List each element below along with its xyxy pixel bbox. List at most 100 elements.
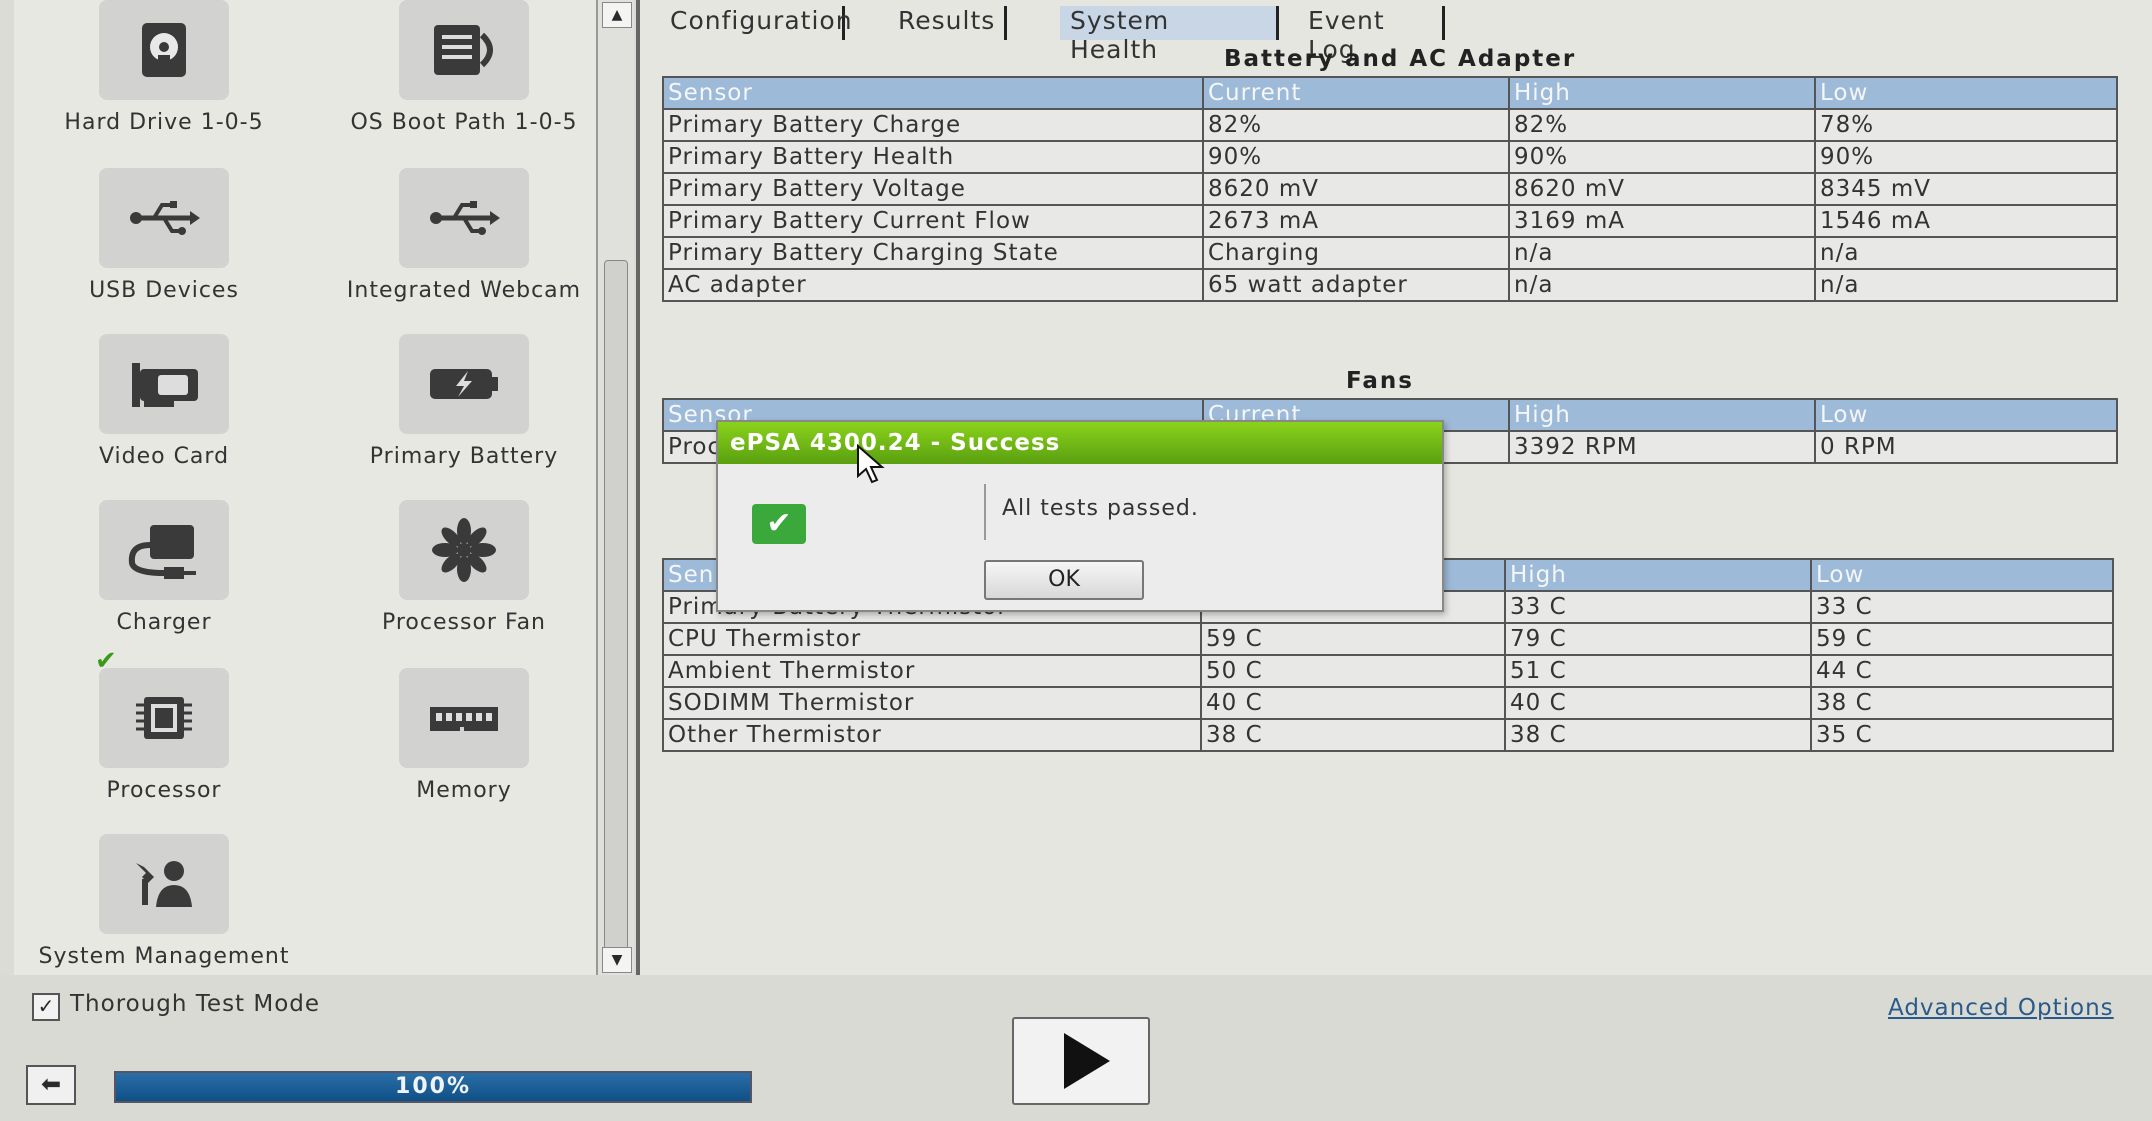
column-header[interactable]: Low [1814, 398, 2118, 432]
battery-icon [399, 334, 529, 434]
os-boot-path-icon [399, 0, 529, 100]
low-cell: 38 C [1810, 686, 2114, 720]
device-integrated-webcam[interactable]: Integrated Webcam [314, 168, 614, 303]
table-row: Primary Battery Charge 82% 82% 78% [662, 108, 2118, 142]
tab-system-health[interactable]: System Health [1060, 6, 1279, 64]
progress-bar: 100% [114, 1071, 752, 1103]
low-cell: 8345 mV [1814, 172, 2118, 206]
current-cell: 82% [1202, 108, 1510, 142]
sensor-cell: Ambient Thermistor [662, 654, 1202, 688]
fans-section-title: Fans [1346, 368, 1414, 394]
ok-button[interactable]: OK [984, 560, 1144, 600]
low-cell: 78% [1814, 108, 2118, 142]
system-management-icon [99, 834, 229, 934]
low-cell: n/a [1814, 236, 2118, 270]
back-arrow-icon[interactable]: ⬅ [26, 1065, 76, 1105]
advanced-options-link[interactable]: Advanced Options [1888, 995, 2114, 1021]
memory-icon [399, 668, 529, 768]
device-list-scrollbar[interactable]: ▲ ▼ [596, 0, 634, 975]
battery-section-title: Battery and AC Adapter [1224, 46, 1577, 72]
tab-bar: Configuration Results System Health Even… [640, 0, 2152, 64]
device-list-panel: Hard Drive 1-0-5 OS Boot Path 1-0-5 USB … [14, 0, 634, 975]
thorough-test-mode-label: Thorough Test Mode [70, 991, 321, 1017]
device-label: Hard Drive 1-0-5 [64, 110, 264, 135]
dialog-message: All tests passed. [1002, 496, 1199, 521]
sensor-cell: CPU Thermistor [662, 622, 1202, 656]
sensor-cell: Primary Battery Health [662, 140, 1204, 174]
sensor-cell: SODIMM Thermistor [662, 686, 1202, 720]
device-label: Processor [106, 778, 222, 803]
device-label: Integrated Webcam [346, 278, 582, 303]
current-cell: Charging [1202, 236, 1510, 270]
column-header[interactable]: High [1504, 558, 1812, 592]
high-cell: 3392 RPM [1508, 430, 1816, 464]
tab-event-log[interactable]: Event Log [1298, 6, 1445, 64]
video-card-icon [99, 334, 229, 434]
column-header[interactable]: Sensor [662, 76, 1204, 110]
high-cell: 8620 mV [1508, 172, 1816, 206]
device-label: Primary Battery [369, 444, 559, 469]
device-video-card[interactable]: Video Card [14, 334, 314, 469]
current-cell: 50 C [1200, 654, 1506, 688]
low-cell: 44 C [1810, 654, 2114, 688]
device-usb[interactable]: USB Devices [14, 168, 314, 303]
column-header[interactable]: Low [1810, 558, 2114, 592]
dialog-title[interactable]: ePSA 4300.24 - Success [718, 422, 1442, 464]
table-row: SODIMM Thermistor 40 C 40 C 38 C [662, 686, 2114, 720]
run-tests-button[interactable] [1012, 1017, 1150, 1105]
scroll-thumb[interactable] [604, 260, 628, 952]
scroll-up-arrow-icon[interactable]: ▲ [602, 2, 632, 28]
device-label: OS Boot Path 1-0-5 [350, 110, 578, 135]
high-cell: 82% [1508, 108, 1816, 142]
table-row: Other Thermistor 38 C 38 C 35 C [662, 718, 2114, 752]
processor-icon: ✔ [95, 646, 229, 768]
table-row: Primary Battery Voltage 8620 mV 8620 mV 834… [662, 172, 2118, 206]
table-row: CPU Thermistor 59 C 79 C 59 C [662, 622, 2114, 656]
thorough-test-mode-checkbox[interactable]: ✓ [32, 993, 60, 1021]
progress-text: 100% [395, 1074, 471, 1099]
device-processor[interactable]: ✔ Processor [14, 646, 314, 803]
device-charger[interactable]: Charger [14, 500, 314, 635]
device-primary-battery[interactable]: Primary Battery [314, 334, 614, 469]
usb-icon [99, 168, 229, 268]
column-header[interactable]: Current [1202, 76, 1510, 110]
current-cell: 40 C [1200, 686, 1506, 720]
device-label: Charger [116, 610, 212, 635]
low-cell: 1546 mA [1814, 204, 2118, 238]
fan-icon [399, 500, 529, 600]
sensor-cell: Primary Battery Charge [662, 108, 1204, 142]
high-cell: n/a [1508, 236, 1816, 270]
current-cell: 8620 mV [1202, 172, 1510, 206]
high-cell: 90% [1508, 140, 1816, 174]
current-cell: 2673 mA [1202, 204, 1510, 238]
device-memory[interactable]: Memory [314, 668, 614, 803]
high-cell: 3169 mA [1508, 204, 1816, 238]
device-processor-fan[interactable]: Processor Fan [314, 500, 614, 635]
low-cell: 35 C [1810, 718, 2114, 752]
hard-drive-icon [99, 0, 229, 100]
mouse-pointer-icon [857, 444, 885, 484]
column-header[interactable]: Low [1814, 76, 2118, 110]
webcam-usb-icon [399, 168, 529, 268]
column-header[interactable]: High [1508, 398, 1816, 432]
sensor-cell: Primary Battery Charging State [662, 236, 1204, 270]
device-os-boot-path[interactable]: OS Boot Path 1-0-5 [314, 0, 614, 135]
table-row: Ambient Thermistor 50 C 51 C 44 C [662, 654, 2114, 688]
high-cell: 38 C [1504, 718, 1812, 752]
table-row: Primary Battery Current Flow 2673 mA 3169 … [662, 204, 2118, 238]
current-cell: 90% [1202, 140, 1510, 174]
device-system-management[interactable]: System Management [14, 834, 314, 969]
device-label: USB Devices [89, 278, 239, 303]
high-cell: n/a [1508, 268, 1816, 302]
tab-configuration[interactable]: Configuration [660, 6, 852, 40]
tab-results[interactable]: Results [888, 6, 1007, 40]
current-cell: 59 C [1200, 622, 1506, 656]
low-cell: 33 C [1810, 590, 2114, 624]
table-row: Primary Battery Health 90% 90% 90% [662, 140, 2118, 174]
device-hard-drive[interactable]: Hard Drive 1-0-5 [14, 0, 314, 135]
current-cell: 38 C [1200, 718, 1506, 752]
device-label: System Management [38, 944, 290, 969]
scroll-down-arrow-icon[interactable]: ▼ [602, 947, 632, 973]
device-label: Processor Fan [381, 610, 546, 635]
column-header[interactable]: High [1508, 76, 1816, 110]
